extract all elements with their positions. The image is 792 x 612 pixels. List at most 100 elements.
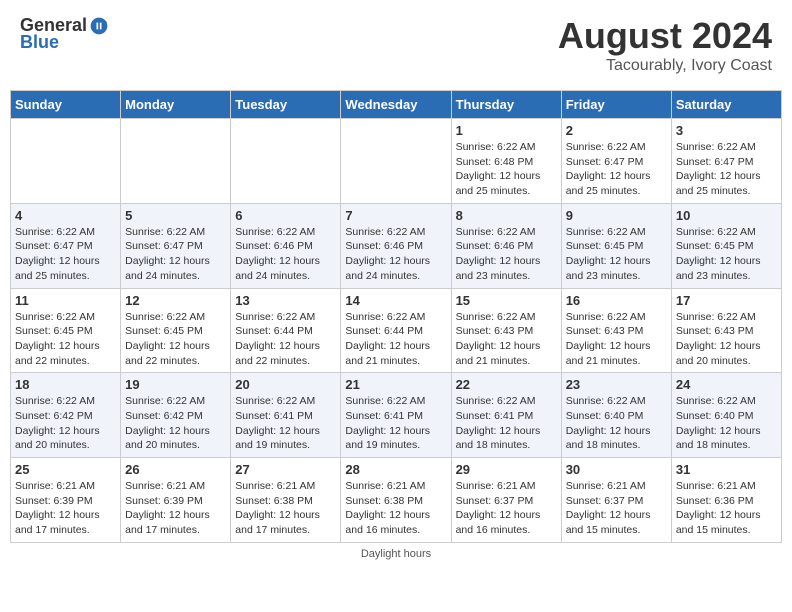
logo: General Blue bbox=[20, 15, 109, 53]
table-row: 7 Sunrise: 6:22 AMSunset: 6:46 PMDaylight… bbox=[341, 203, 451, 288]
day-info: Sunrise: 6:22 AMSunset: 6:44 PMDaylight:… bbox=[235, 310, 336, 369]
day-number: 10 bbox=[676, 208, 777, 223]
day-info: Sunrise: 6:22 AMSunset: 6:43 PMDaylight:… bbox=[676, 310, 777, 369]
table-row: 12 Sunrise: 6:22 AMSunset: 6:45 PMDayligh… bbox=[121, 288, 231, 373]
table-row: 22 Sunrise: 6:22 AMSunset: 6:41 PMDayligh… bbox=[451, 373, 561, 458]
day-number: 18 bbox=[15, 377, 116, 392]
day-info: Sunrise: 6:22 AMSunset: 6:47 PMDaylight:… bbox=[566, 140, 667, 199]
table-row: 6 Sunrise: 6:22 AMSunset: 6:46 PMDaylight… bbox=[231, 203, 341, 288]
day-number: 16 bbox=[566, 293, 667, 308]
day-info: Sunrise: 6:22 AMSunset: 6:45 PMDaylight:… bbox=[566, 225, 667, 284]
col-tuesday: Tuesday bbox=[231, 91, 341, 119]
subtitle: Tacourably, Ivory Coast bbox=[558, 57, 772, 75]
day-info: Sunrise: 6:22 AMSunset: 6:41 PMDaylight:… bbox=[456, 394, 557, 453]
day-number: 9 bbox=[566, 208, 667, 223]
day-number: 12 bbox=[125, 293, 226, 308]
logo-icon bbox=[89, 16, 109, 36]
week-row-2: 4 Sunrise: 6:22 AMSunset: 6:47 PMDaylight… bbox=[11, 203, 782, 288]
day-info: Sunrise: 6:21 AMSunset: 6:38 PMDaylight:… bbox=[345, 479, 446, 538]
logo-text-blue: Blue bbox=[20, 32, 59, 53]
table-row: 13 Sunrise: 6:22 AMSunset: 6:44 PMDayligh… bbox=[231, 288, 341, 373]
day-number: 31 bbox=[676, 462, 777, 477]
table-row: 18 Sunrise: 6:22 AMSunset: 6:42 PMDayligh… bbox=[11, 373, 121, 458]
table-row: 30 Sunrise: 6:21 AMSunset: 6:37 PMDayligh… bbox=[561, 458, 671, 543]
table-row: 29 Sunrise: 6:21 AMSunset: 6:37 PMDayligh… bbox=[451, 458, 561, 543]
day-info: Sunrise: 6:22 AMSunset: 6:48 PMDaylight:… bbox=[456, 140, 557, 199]
day-info: Sunrise: 6:22 AMSunset: 6:45 PMDaylight:… bbox=[125, 310, 226, 369]
day-info: Sunrise: 6:22 AMSunset: 6:40 PMDaylight:… bbox=[566, 394, 667, 453]
day-info: Sunrise: 6:22 AMSunset: 6:44 PMDaylight:… bbox=[345, 310, 446, 369]
day-info: Sunrise: 6:21 AMSunset: 6:37 PMDaylight:… bbox=[456, 479, 557, 538]
day-number: 3 bbox=[676, 123, 777, 138]
day-number: 25 bbox=[15, 462, 116, 477]
day-info: Sunrise: 6:22 AMSunset: 6:46 PMDaylight:… bbox=[345, 225, 446, 284]
table-row bbox=[341, 119, 451, 204]
day-info: Sunrise: 6:22 AMSunset: 6:42 PMDaylight:… bbox=[15, 394, 116, 453]
table-row: 1 Sunrise: 6:22 AMSunset: 6:48 PMDaylight… bbox=[451, 119, 561, 204]
day-number: 7 bbox=[345, 208, 446, 223]
table-row bbox=[11, 119, 121, 204]
table-row: 4Sunrise: 6:22 AMSunset: 6:47 PMDaylight… bbox=[11, 203, 121, 288]
day-info: Sunrise: 6:21 AMSunset: 6:37 PMDaylight:… bbox=[566, 479, 667, 538]
day-number: 4 bbox=[15, 208, 116, 223]
day-number: 30 bbox=[566, 462, 667, 477]
day-number: 6 bbox=[235, 208, 336, 223]
main-title: August 2024 bbox=[558, 15, 772, 57]
day-number: 1 bbox=[456, 123, 557, 138]
table-row: 10 Sunrise: 6:22 AMSunset: 6:45 PMDayligh… bbox=[671, 203, 781, 288]
day-number: 11 bbox=[15, 293, 116, 308]
day-info: Sunrise: 6:22 AMSunset: 6:46 PMDaylight:… bbox=[456, 225, 557, 284]
day-number: 28 bbox=[345, 462, 446, 477]
day-number: 23 bbox=[566, 377, 667, 392]
week-row-1: 1 Sunrise: 6:22 AMSunset: 6:48 PMDaylight… bbox=[11, 119, 782, 204]
day-number: 22 bbox=[456, 377, 557, 392]
day-info: Sunrise: 6:22 AMSunset: 6:47 PMDaylight:… bbox=[125, 225, 226, 284]
table-row: 16 Sunrise: 6:22 AMSunset: 6:43 PMDayligh… bbox=[561, 288, 671, 373]
day-info: Sunrise: 6:22 AMSunset: 6:47 PMDaylight:… bbox=[676, 140, 777, 199]
table-row: 24Sunrise: 6:22 AMSunset: 6:40 PMDayligh… bbox=[671, 373, 781, 458]
table-row: 26 Sunrise: 6:21 AMSunset: 6:39 PMDayligh… bbox=[121, 458, 231, 543]
footer: Daylight hours bbox=[10, 548, 782, 560]
day-number: 17 bbox=[676, 293, 777, 308]
day-info: Sunrise: 6:21 AMSunset: 6:39 PMDaylight:… bbox=[15, 479, 116, 538]
week-row-5: 25 Sunrise: 6:21 AMSunset: 6:39 PMDayligh… bbox=[11, 458, 782, 543]
day-number: 14 bbox=[345, 293, 446, 308]
day-number: 26 bbox=[125, 462, 226, 477]
col-friday: Friday bbox=[561, 91, 671, 119]
day-number: 27 bbox=[235, 462, 336, 477]
day-number: 2 bbox=[566, 123, 667, 138]
col-saturday: Saturday bbox=[671, 91, 781, 119]
day-number: 29 bbox=[456, 462, 557, 477]
table-row: 25 Sunrise: 6:21 AMSunset: 6:39 PMDayligh… bbox=[11, 458, 121, 543]
day-info: Sunrise: 6:22 AMSunset: 6:45 PMDaylight:… bbox=[676, 225, 777, 284]
calendar-header-row: Sunday Monday Tuesday Wednesday Thursday… bbox=[11, 91, 782, 119]
table-row bbox=[231, 119, 341, 204]
day-number: 5 bbox=[125, 208, 226, 223]
table-row: 8 Sunrise: 6:22 AMSunset: 6:46 PMDaylight… bbox=[451, 203, 561, 288]
table-row: 3 Sunrise: 6:22 AMSunset: 6:47 PMDaylight… bbox=[671, 119, 781, 204]
day-info: Sunrise: 6:22 AMSunset: 6:41 PMDaylight:… bbox=[345, 394, 446, 453]
calendar-table: Sunday Monday Tuesday Wednesday Thursday… bbox=[10, 90, 782, 543]
day-number: 21 bbox=[345, 377, 446, 392]
day-number: 24 bbox=[676, 377, 777, 392]
day-info: Sunrise: 6:22 AMSunset: 6:43 PMDaylight:… bbox=[566, 310, 667, 369]
table-row: 2 Sunrise: 6:22 AMSunset: 6:47 PMDaylight… bbox=[561, 119, 671, 204]
day-number: 15 bbox=[456, 293, 557, 308]
col-thursday: Thursday bbox=[451, 91, 561, 119]
day-info: Sunrise: 6:21 AMSunset: 6:39 PMDaylight:… bbox=[125, 479, 226, 538]
day-number: 13 bbox=[235, 293, 336, 308]
table-row: 20Sunrise: 6:22 AMSunset: 6:41 PMDayligh… bbox=[231, 373, 341, 458]
day-info: Sunrise: 6:22 AMSunset: 6:46 PMDaylight:… bbox=[235, 225, 336, 284]
table-row: 15Sunrise: 6:22 AMSunset: 6:43 PMDayligh… bbox=[451, 288, 561, 373]
table-row: 11 Sunrise: 6:22 AMSunset: 6:45 PMDayligh… bbox=[11, 288, 121, 373]
table-row: 14 Sunrise: 6:22 AMSunset: 6:44 PMDayligh… bbox=[341, 288, 451, 373]
table-row: 19Sunrise: 6:22 AMSunset: 6:42 PMDayligh… bbox=[121, 373, 231, 458]
day-info: Sunrise: 6:21 AMSunset: 6:38 PMDaylight:… bbox=[235, 479, 336, 538]
day-number: 8 bbox=[456, 208, 557, 223]
title-area: August 2024 Tacourably, Ivory Coast bbox=[558, 15, 772, 75]
day-info: Sunrise: 6:22 AMSunset: 6:45 PMDaylight:… bbox=[15, 310, 116, 369]
table-row: 17 Sunrise: 6:22 AMSunset: 6:43 PMDayligh… bbox=[671, 288, 781, 373]
table-row: 9 Sunrise: 6:22 AMSunset: 6:45 PMDaylight… bbox=[561, 203, 671, 288]
table-row: 23 Sunrise: 6:22 AMSunset: 6:40 PMDayligh… bbox=[561, 373, 671, 458]
day-number: 20 bbox=[235, 377, 336, 392]
